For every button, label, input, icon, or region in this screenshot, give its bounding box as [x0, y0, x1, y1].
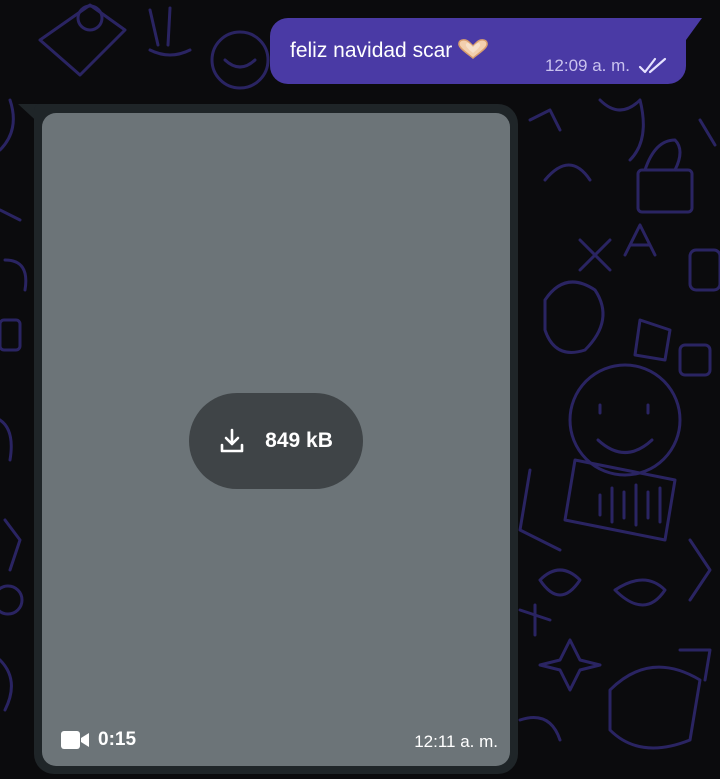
outgoing-message-bubble[interactable]: feliz navidad scar 12:09 a. m. [270, 18, 686, 84]
download-video-button[interactable]: 849 kB [189, 393, 363, 489]
incoming-message-time: 12:11 a. m. [414, 732, 498, 751]
outgoing-message-time: 12:09 a. m. [544, 56, 630, 75]
download-icon [220, 428, 244, 453]
outgoing-message-text-row: feliz navidad scar [290, 38, 490, 63]
heart-hands-emoji-icon [458, 39, 489, 59]
file-size-label: 849 kB [265, 429, 333, 452]
outgoing-message-text: feliz navidad scar [290, 39, 453, 62]
double-check-read-icon [638, 57, 667, 74]
video-thumbnail[interactable]: 849 kB 0:15 12:11 a. m. [42, 113, 510, 766]
video-duration-text: 0:15 [98, 729, 137, 750]
outgoing-message-meta: 12:09 a. m. [545, 56, 668, 76]
video-camera-icon [61, 731, 89, 749]
video-duration: 0:15 [60, 729, 136, 751]
incoming-video-message[interactable]: 849 kB 0:15 12:11 a. m. [34, 104, 518, 774]
